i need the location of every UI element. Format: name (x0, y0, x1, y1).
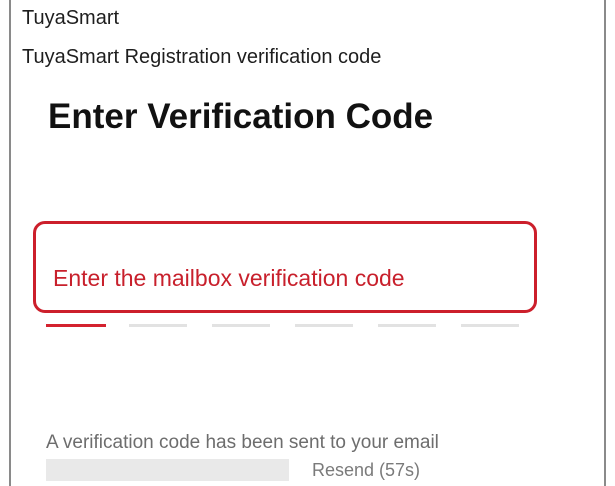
left-border (9, 0, 11, 486)
resend-button[interactable]: Resend (57s) (312, 459, 420, 481)
redacted-email (46, 459, 289, 481)
code-digit-slot-1[interactable] (46, 324, 106, 327)
code-digit-slot-6[interactable] (461, 324, 519, 327)
notification-message: TuyaSmart Registration verification code (22, 46, 382, 68)
code-digit-slot-2[interactable] (129, 324, 187, 327)
instruction-text: Enter the mailbox verification code (53, 265, 405, 291)
code-sent-message: A verification code has been sent to you… (46, 432, 439, 453)
app-screen: TuyaSmart TuyaSmart Registration verific… (0, 0, 615, 486)
code-digit-slot-3[interactable] (212, 324, 270, 327)
page-title: Enter Verification Code (48, 97, 434, 136)
code-digit-slot-5[interactable] (378, 324, 436, 327)
notification-app-name: TuyaSmart (22, 7, 120, 29)
code-digit-slot-4[interactable] (295, 324, 353, 327)
right-border (604, 0, 606, 486)
